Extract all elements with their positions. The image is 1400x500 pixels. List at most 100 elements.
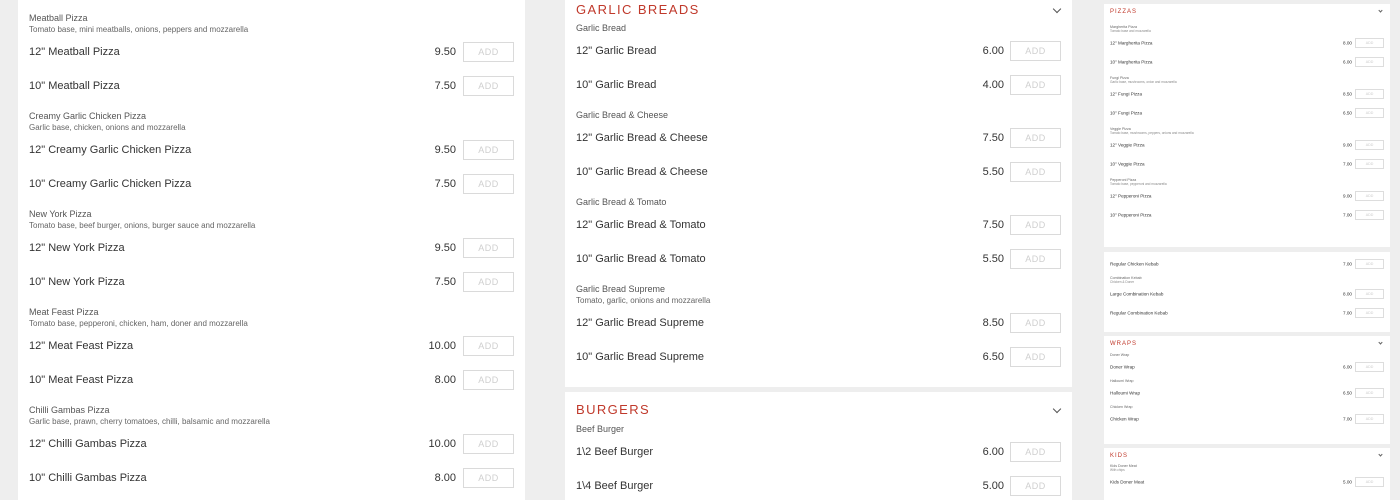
add-button[interactable]: ADD: [1355, 387, 1384, 398]
add-button[interactable]: ADD: [463, 272, 514, 292]
mini-card-pizzas: PIZZAS Margherita Pizza Tomato base and m…: [1104, 4, 1390, 247]
category-header-burgers[interactable]: BURGERS: [565, 400, 1072, 418]
item-group-name: Beef Burger: [576, 424, 625, 434]
menu-item-row: 12" Veggie Pizza 9.00 ADD: [1104, 135, 1390, 154]
menu-item-price: 7.00: [1343, 261, 1352, 266]
mini-category-title: KIDS: [1110, 453, 1129, 459]
category-title: GARLIC BREADS: [576, 2, 700, 17]
chevron-down-icon[interactable]: [1378, 340, 1383, 345]
menu-item-name: 10" Garlic Bread & Cheese: [576, 166, 708, 178]
add-button[interactable]: ADD: [463, 174, 514, 194]
menu-item-name: 10" Meat Feast Pizza: [29, 374, 134, 386]
menu-item-row: 10" Garlic Bread & Tomato 5.50 ADD: [565, 242, 1072, 276]
mini-category-header-pizzas[interactable]: PIZZAS: [1104, 4, 1390, 19]
item-group-name: New York Pizza: [29, 209, 92, 219]
add-button[interactable]: ADD: [1010, 41, 1061, 61]
chevron-down-icon[interactable]: [1378, 452, 1383, 457]
add-button[interactable]: ADD: [1355, 107, 1384, 118]
item-group-name: Chilli Gambas Pizza: [29, 405, 110, 415]
add-button[interactable]: ADD: [1010, 249, 1061, 269]
add-button[interactable]: ADD: [1355, 139, 1384, 150]
add-button[interactable]: ADD: [463, 238, 514, 258]
category-card-burgers: BURGERS Beef Burger 1\2 Beef Burger 6.00 AD…: [565, 392, 1072, 500]
add-button[interactable]: ADD: [1355, 307, 1384, 318]
add-button[interactable]: ADD: [463, 42, 514, 62]
menu-item-name: 10" Fungi Pizza: [1110, 110, 1143, 115]
add-button[interactable]: ADD: [463, 140, 514, 160]
add-button[interactable]: ADD: [1355, 158, 1384, 169]
menu-item-row: 1\4 Beef Burger 5.00 ADD: [565, 469, 1072, 500]
add-button[interactable]: ADD: [1355, 413, 1384, 424]
mini-card-kids: KIDS Kids Doner Meat With chips Kids Doner…: [1104, 448, 1390, 500]
add-button[interactable]: ADD: [1010, 162, 1061, 182]
menu-item-price: 6.00: [1343, 364, 1352, 369]
item-group-description: Tomato base, beef burger, onions, burger…: [29, 221, 256, 230]
add-button[interactable]: ADD: [1010, 347, 1061, 367]
menu-item-price: 7.00: [1343, 310, 1352, 315]
mini-category-title: PIZZAS: [1110, 9, 1138, 15]
menu-item-price: 8.00: [1343, 40, 1352, 45]
add-button[interactable]: ADD: [1010, 75, 1061, 95]
item-group-header: Garlic Bread Supreme Tomato, garlic, onio…: [565, 284, 1072, 306]
menu-item-row: 12" Pepperoni Pizza 9.00 ADD: [1104, 186, 1390, 205]
add-button[interactable]: ADD: [1355, 88, 1384, 99]
menu-item-name: 12" Pepperoni Pizza: [1110, 193, 1152, 198]
add-button[interactable]: ADD: [1355, 258, 1384, 269]
menu-panel-left: Meatball Pizza Tomato base, mini meatball…: [18, 0, 525, 500]
add-button[interactable]: ADD: [463, 370, 514, 390]
add-button[interactable]: ADD: [1355, 288, 1384, 299]
add-button[interactable]: ADD: [1355, 190, 1384, 201]
item-group-header: Margherita Pizza Tomato base and mozzarel…: [1104, 25, 1390, 33]
menu-item-price: 7.50: [434, 80, 456, 92]
chevron-down-icon[interactable]: [1052, 404, 1062, 414]
menu-item-name: Doner Wrap: [1110, 364, 1135, 369]
menu-item-name: 12" Garlic Bread & Tomato: [576, 219, 706, 231]
item-group-header: Garlic Bread & Cheese: [565, 110, 1072, 121]
menu-panel-right-preview: PIZZAS Margherita Pizza Tomato base and m…: [1104, 0, 1390, 500]
menu-item-price: 7.50: [434, 276, 456, 288]
menu-item-row: 10" Meatball Pizza 7.50 ADD: [18, 69, 525, 103]
item-group-header: Chilli Gambas Pizza Garlic base, prawn, c…: [18, 405, 525, 427]
add-button[interactable]: ADD: [463, 76, 514, 96]
category-card-garlic-breads: GARLIC BREADS Garlic Bread 12" Garlic Bre…: [565, 0, 1072, 387]
add-button[interactable]: ADD: [1010, 442, 1061, 462]
menu-item-name: 12" Garlic Bread & Cheese: [576, 132, 708, 144]
mini-category-header-kids[interactable]: KIDS: [1104, 448, 1390, 463]
item-group-header: Veggie Pizza Tomato base, mushrooms, pepp…: [1104, 127, 1390, 135]
category-title: BURGERS: [576, 402, 651, 417]
menu-item-price: 8.50: [1343, 91, 1352, 96]
menu-item-row: Chicken Wrap 7.00 ADD: [1104, 409, 1390, 428]
menu-item-row: 10" Garlic Bread & Cheese 5.50 ADD: [565, 155, 1072, 189]
menu-item-name: 10" Meatball Pizza: [29, 80, 120, 92]
add-button[interactable]: ADD: [1010, 215, 1061, 235]
add-button[interactable]: ADD: [1010, 313, 1061, 333]
mini-category-header-wraps[interactable]: WRAPS: [1104, 336, 1390, 351]
item-group-header: Beef Burger: [565, 424, 1072, 435]
menu-item-price: 5.50: [982, 253, 1004, 265]
menu-item-price: 10.00: [428, 438, 456, 450]
add-button[interactable]: ADD: [1355, 209, 1384, 220]
menu-item-row: Doner Wrap 6.00 ADD: [1104, 357, 1390, 376]
add-button[interactable]: ADD: [463, 468, 514, 488]
menu-item-row: Halloumi Wrap 6.50 ADD: [1104, 383, 1390, 402]
add-button[interactable]: ADD: [1355, 37, 1384, 48]
add-button[interactable]: ADD: [463, 336, 514, 356]
item-group-description: Garlic base, prawn, cherry tomatoes, chi…: [29, 417, 270, 426]
menu-item-price: 6.50: [1343, 390, 1352, 395]
menu-item-name: Kids Doner Meat: [1110, 479, 1145, 484]
add-button[interactable]: ADD: [1355, 56, 1384, 67]
add-button[interactable]: ADD: [463, 434, 514, 454]
add-button[interactable]: ADD: [1355, 476, 1384, 487]
add-button[interactable]: ADD: [1010, 476, 1061, 496]
chevron-down-icon[interactable]: [1052, 4, 1062, 14]
menu-item-row: 10" Veggie Pizza 7.00 ADD: [1104, 154, 1390, 173]
item-group-name: Creamy Garlic Chicken Pizza: [29, 111, 147, 121]
chevron-down-icon[interactable]: [1378, 8, 1383, 13]
menu-item-row: 12" Meatball Pizza 9.50 ADD: [18, 35, 525, 69]
item-group-name: Garlic Bread Supreme: [576, 284, 666, 294]
category-header-garlic-breads[interactable]: GARLIC BREADS: [565, 0, 1072, 18]
menu-item-row: 12" Fungi Pizza 8.50 ADD: [1104, 84, 1390, 103]
add-button[interactable]: ADD: [1355, 361, 1384, 372]
menu-item-name: 12" Veggie Pizza: [1110, 142, 1145, 147]
add-button[interactable]: ADD: [1010, 128, 1061, 148]
